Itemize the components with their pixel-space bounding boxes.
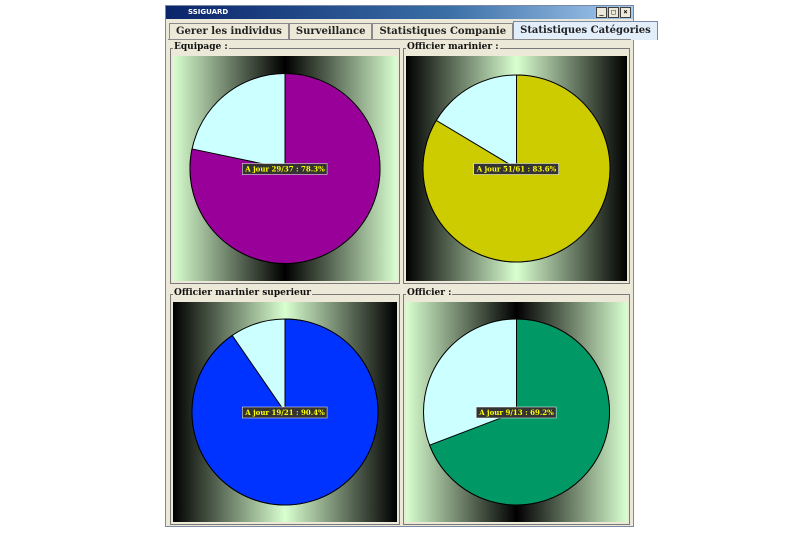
- panel-title: Officier marinier :: [406, 42, 500, 53]
- tab-bar: Gerer les individus Surveillance Statist…: [169, 21, 658, 40]
- close-button[interactable]: ×: [620, 7, 631, 18]
- pie-chart: A jour 19/21 : 90.4%: [173, 302, 397, 522]
- pie-chart: A jour 9/13 : 69.2%: [406, 302, 627, 522]
- minimize-button[interactable]: _: [596, 7, 607, 18]
- pie-data-label: A jour 51/61 : 83.6%: [476, 165, 557, 174]
- panel-officier-marinier: Officier marinier : A jour 51/61 : 83.6%: [403, 42, 630, 284]
- window-title: SSIGUARD: [188, 8, 229, 16]
- panel-title: Officier marinier superieur: [173, 288, 313, 299]
- pie-data-label: A jour 9/13 : 69.2%: [478, 408, 554, 417]
- tab-statistiques-categories[interactable]: Statistiques Catégories: [513, 21, 658, 40]
- pie-chart-area: A jour 51/61 : 83.6%: [406, 56, 627, 281]
- panel-officier-marinier-superieur: Officier marinier superieur A jour 19/21…: [170, 288, 400, 525]
- panel-equipage: Equipage : A jour 29/37 : 78.3%: [170, 42, 400, 284]
- title-bar[interactable]: SSIGUARD _ □ ×: [166, 6, 633, 19]
- tab-gerer-individus[interactable]: Gerer les individus: [169, 23, 289, 40]
- pie-data-label: A jour 19/21 : 90.4%: [244, 408, 325, 417]
- pie-chart-area: A jour 29/37 : 78.3%: [173, 56, 397, 281]
- pie-data-label: A jour 29/37 : 78.3%: [244, 165, 325, 174]
- panel-officier: Officier : A jour 9/13 : 69.2%: [403, 288, 630, 525]
- tab-surveillance[interactable]: Surveillance: [288, 23, 373, 40]
- pie-chart: A jour 29/37 : 78.3%: [173, 56, 397, 281]
- pie-chart-area: A jour 9/13 : 69.2%: [406, 302, 627, 522]
- panel-title: Officier :: [406, 288, 453, 299]
- tab-statistiques-companie[interactable]: Statistiques Companie: [372, 23, 514, 40]
- maximize-button[interactable]: □: [608, 7, 619, 18]
- pie-chart: A jour 51/61 : 83.6%: [406, 56, 627, 281]
- app-window: SSIGUARD _ □ × Gerer les individus Surve…: [165, 5, 658, 527]
- pie-chart-area: A jour 19/21 : 90.4%: [173, 302, 397, 522]
- tab-content: Equipage : A jour 29/37 : 78.3% Officier…: [168, 39, 631, 525]
- panel-title: Equipage :: [173, 42, 229, 53]
